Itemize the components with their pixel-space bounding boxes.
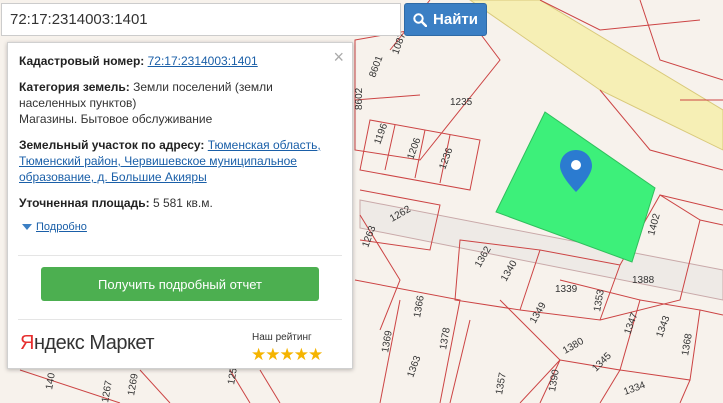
logo-letter: Я — [20, 332, 34, 354]
search-button[interactable]: Найти — [404, 3, 487, 36]
cadastral-number-link[interactable]: 72:17:2314003:1401 — [148, 54, 258, 68]
search-icon — [413, 12, 428, 27]
yandex-market-logo[interactable]: Яндекс Маркет — [20, 332, 155, 355]
area-value: 5 581 кв.м. — [152, 196, 213, 210]
category-row: Категория земель: Земли поселений (земли… — [19, 79, 341, 127]
logo-text: ндекс Маркет — [33, 332, 155, 354]
parcel-number-label: 1235 — [450, 97, 473, 108]
area-label: Уточненная площадь: — [19, 196, 150, 210]
divider — [18, 255, 342, 256]
rating-stars: ★★★★★ — [251, 345, 323, 364]
parcel-number-label: 1388 — [632, 275, 655, 286]
details-label[interactable]: Подробно — [36, 221, 87, 233]
address-row: Земельный участок по адресу: Тюменская о… — [19, 137, 341, 185]
search-input[interactable] — [10, 11, 400, 28]
details-toggle[interactable]: Подробно — [22, 221, 341, 233]
divider — [18, 319, 342, 320]
close-icon[interactable]: × — [333, 48, 344, 66]
get-report-button[interactable]: Получить подробный отчет — [41, 267, 319, 301]
triangle-down-icon — [22, 224, 32, 230]
rating-label: Наш рейтинг — [252, 332, 312, 343]
address-label: Земельный участок по адресу: — [19, 138, 205, 152]
parcel-number-label: 1339 — [555, 284, 578, 295]
cadastral-search-field[interactable] — [1, 3, 401, 36]
parcel-number-label: 8602 — [354, 87, 365, 110]
usage-value: Магазины. Бытовое обслуживание — [19, 112, 213, 126]
cadastral-row: Кадастровый номер: 72:17:2314003:1401 — [19, 53, 341, 69]
cadastral-label: Кадастровый номер: — [19, 54, 145, 68]
search-button-label: Найти — [433, 11, 478, 28]
parcel-info-popup: × Кадастровый номер: 72:17:2314003:1401 … — [7, 42, 353, 369]
area-row: Уточненная площадь: 5 581 кв.м. — [19, 195, 341, 211]
category-label: Категория земель: — [19, 80, 130, 94]
